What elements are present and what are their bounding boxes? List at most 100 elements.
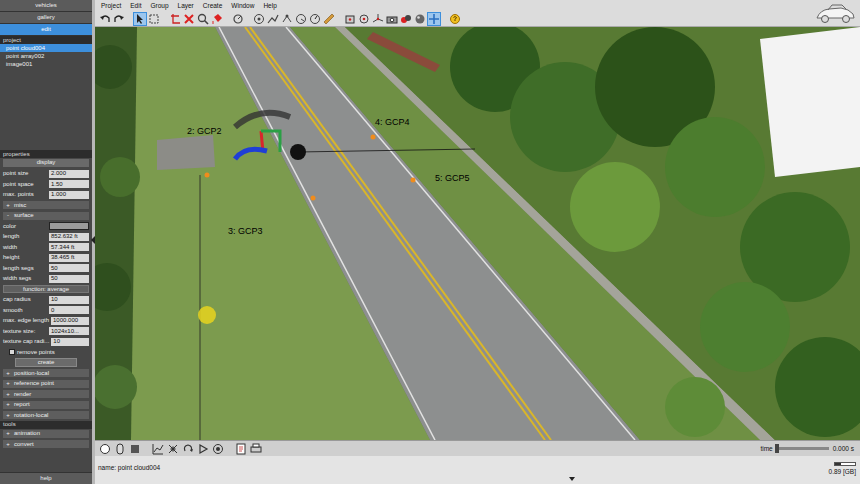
create-button[interactable]: create — [15, 358, 77, 367]
box-icon[interactable] — [344, 13, 356, 25]
gcp-label[interactable]: 2: GCP2 — [187, 127, 222, 136]
property-label: height — [3, 254, 47, 261]
property-field[interactable]: 1.000 — [49, 191, 89, 199]
gcp-label[interactable]: 5: GCP5 — [435, 174, 470, 183]
group-toggle[interactable]: +render — [3, 390, 89, 398]
property-field[interactable]: 50 — [49, 264, 89, 272]
sphere-icon[interactable] — [414, 13, 426, 25]
paint-icon[interactable] — [400, 13, 412, 25]
property-row: +render — [0, 389, 92, 399]
expand-sign[interactable]: + — [5, 441, 11, 448]
group-toggle[interactable]: +rotation-local — [3, 411, 89, 419]
point-cloud-viewport[interactable]: 2: GCP2 4: GCP4 5: GCP5 3: GCP3 — [95, 27, 860, 440]
time-slider[interactable] — [777, 447, 829, 450]
measure-icon[interactable] — [295, 13, 307, 25]
axes-icon[interactable] — [372, 13, 384, 25]
property-field[interactable]: 10 — [49, 296, 89, 304]
mouse-icon[interactable] — [114, 443, 126, 455]
gauge-icon[interactable] — [309, 13, 321, 25]
menu-item[interactable]: Group — [150, 2, 168, 9]
ruler-icon[interactable] — [323, 13, 335, 25]
project-item[interactable]: image001 — [0, 60, 92, 68]
group-toggle[interactable]: +report — [3, 401, 89, 409]
expand-sign[interactable]: + — [5, 412, 11, 419]
menu-item[interactable]: Layer — [178, 2, 194, 9]
property-row: cap radius10 — [0, 295, 92, 305]
side-tab[interactable]: edit — [0, 24, 92, 36]
memory-reading: 0.89 [GB] — [829, 468, 856, 475]
side-tab[interactable]: vehicles — [0, 0, 92, 12]
project-item[interactable]: point cloud004 — [0, 44, 92, 52]
menu-item[interactable]: Create — [203, 2, 223, 9]
camera-icon[interactable] — [386, 13, 398, 25]
loop-icon[interactable] — [182, 443, 194, 455]
expand-sign[interactable]: + — [5, 202, 11, 209]
property-field[interactable]: 50 — [49, 275, 89, 283]
target-icon[interactable] — [358, 13, 370, 25]
project-item[interactable]: point array002 — [0, 52, 92, 60]
record-icon[interactable] — [212, 443, 224, 455]
time-slider-handle[interactable] — [775, 444, 779, 453]
property-row: width segs50 — [0, 274, 92, 284]
property-field[interactable]: 1024x10... — [49, 327, 89, 335]
delete-icon[interactable] — [183, 13, 195, 25]
property-label: point space — [3, 181, 47, 188]
property-row: +reference point — [0, 379, 92, 389]
gcp-label[interactable]: 3: GCP3 — [228, 227, 263, 236]
undo-icon[interactable] — [99, 13, 111, 25]
expand-sign[interactable]: - — [5, 212, 11, 219]
expand-sign[interactable]: + — [5, 391, 11, 398]
redo-icon[interactable] — [113, 13, 125, 25]
function-select[interactable]: function: average — [3, 285, 89, 294]
group-toggle[interactable]: +misc — [3, 201, 89, 209]
expand-sign[interactable]: + — [5, 370, 11, 377]
property-field[interactable]: 57.344 ft — [49, 243, 89, 251]
expand-sign[interactable]: + — [5, 430, 11, 437]
expand-sign[interactable]: + — [5, 380, 11, 387]
play-icon[interactable] — [197, 443, 209, 455]
crop-icon[interactable] — [169, 13, 181, 25]
property-row: remove points — [0, 347, 92, 357]
menu-item[interactable]: Project — [101, 2, 121, 9]
rotate-icon[interactable] — [232, 13, 244, 25]
point-cloud-scene[interactable] — [95, 27, 860, 440]
property-field[interactable]: 1000.000 — [51, 317, 89, 325]
zoom-icon[interactable] — [197, 13, 209, 25]
menu-item[interactable]: Edit — [130, 2, 141, 9]
bucket-icon[interactable] — [211, 13, 223, 25]
node-icon[interactable] — [281, 13, 293, 25]
property-field[interactable]: 852.632 ft — [49, 233, 89, 241]
menu-item[interactable]: Help — [263, 2, 276, 9]
group-toggle[interactable]: +reference point — [3, 380, 89, 388]
gcp-label[interactable]: 4: GCP4 — [375, 118, 410, 127]
help-button[interactable]: help — [0, 472, 92, 484]
transform-icon[interactable] — [167, 443, 179, 455]
property-field[interactable]: 10 — [51, 338, 89, 346]
rectangle-select-icon[interactable] — [148, 13, 160, 25]
print-icon[interactable] — [250, 443, 262, 455]
color-swatch[interactable] — [49, 222, 89, 230]
orbit-icon[interactable] — [253, 13, 265, 25]
square-icon[interactable] — [129, 443, 141, 455]
property-field[interactable]: 2.000 — [49, 170, 89, 178]
group-toggle[interactable]: -surface — [3, 212, 89, 220]
expand-arrow-icon[interactable] — [569, 477, 575, 481]
group-toggle[interactable]: +position-local — [3, 369, 89, 377]
group-toggle[interactable]: +convert — [3, 440, 89, 448]
side-tab[interactable]: gallery — [0, 12, 92, 24]
remove-points-checkbox[interactable] — [9, 349, 15, 355]
property-field[interactable]: 1.50 — [49, 180, 89, 188]
circle-icon[interactable] — [99, 443, 111, 455]
property-field[interactable]: 38.465 ft — [49, 254, 89, 262]
property-field[interactable]: 0 — [49, 306, 89, 314]
menu-item[interactable]: Window — [231, 2, 254, 9]
document-icon[interactable] — [235, 443, 247, 455]
chart-icon[interactable] — [152, 443, 164, 455]
group-toggle[interactable]: +animation — [3, 430, 89, 438]
help-icon[interactable] — [449, 13, 461, 25]
grid-icon[interactable] — [428, 13, 440, 25]
path-icon[interactable] — [267, 13, 279, 25]
expand-sign[interactable]: + — [5, 401, 11, 408]
pointer-icon[interactable] — [134, 13, 146, 25]
memory-meter: 0.89 [GB] — [829, 462, 856, 475]
